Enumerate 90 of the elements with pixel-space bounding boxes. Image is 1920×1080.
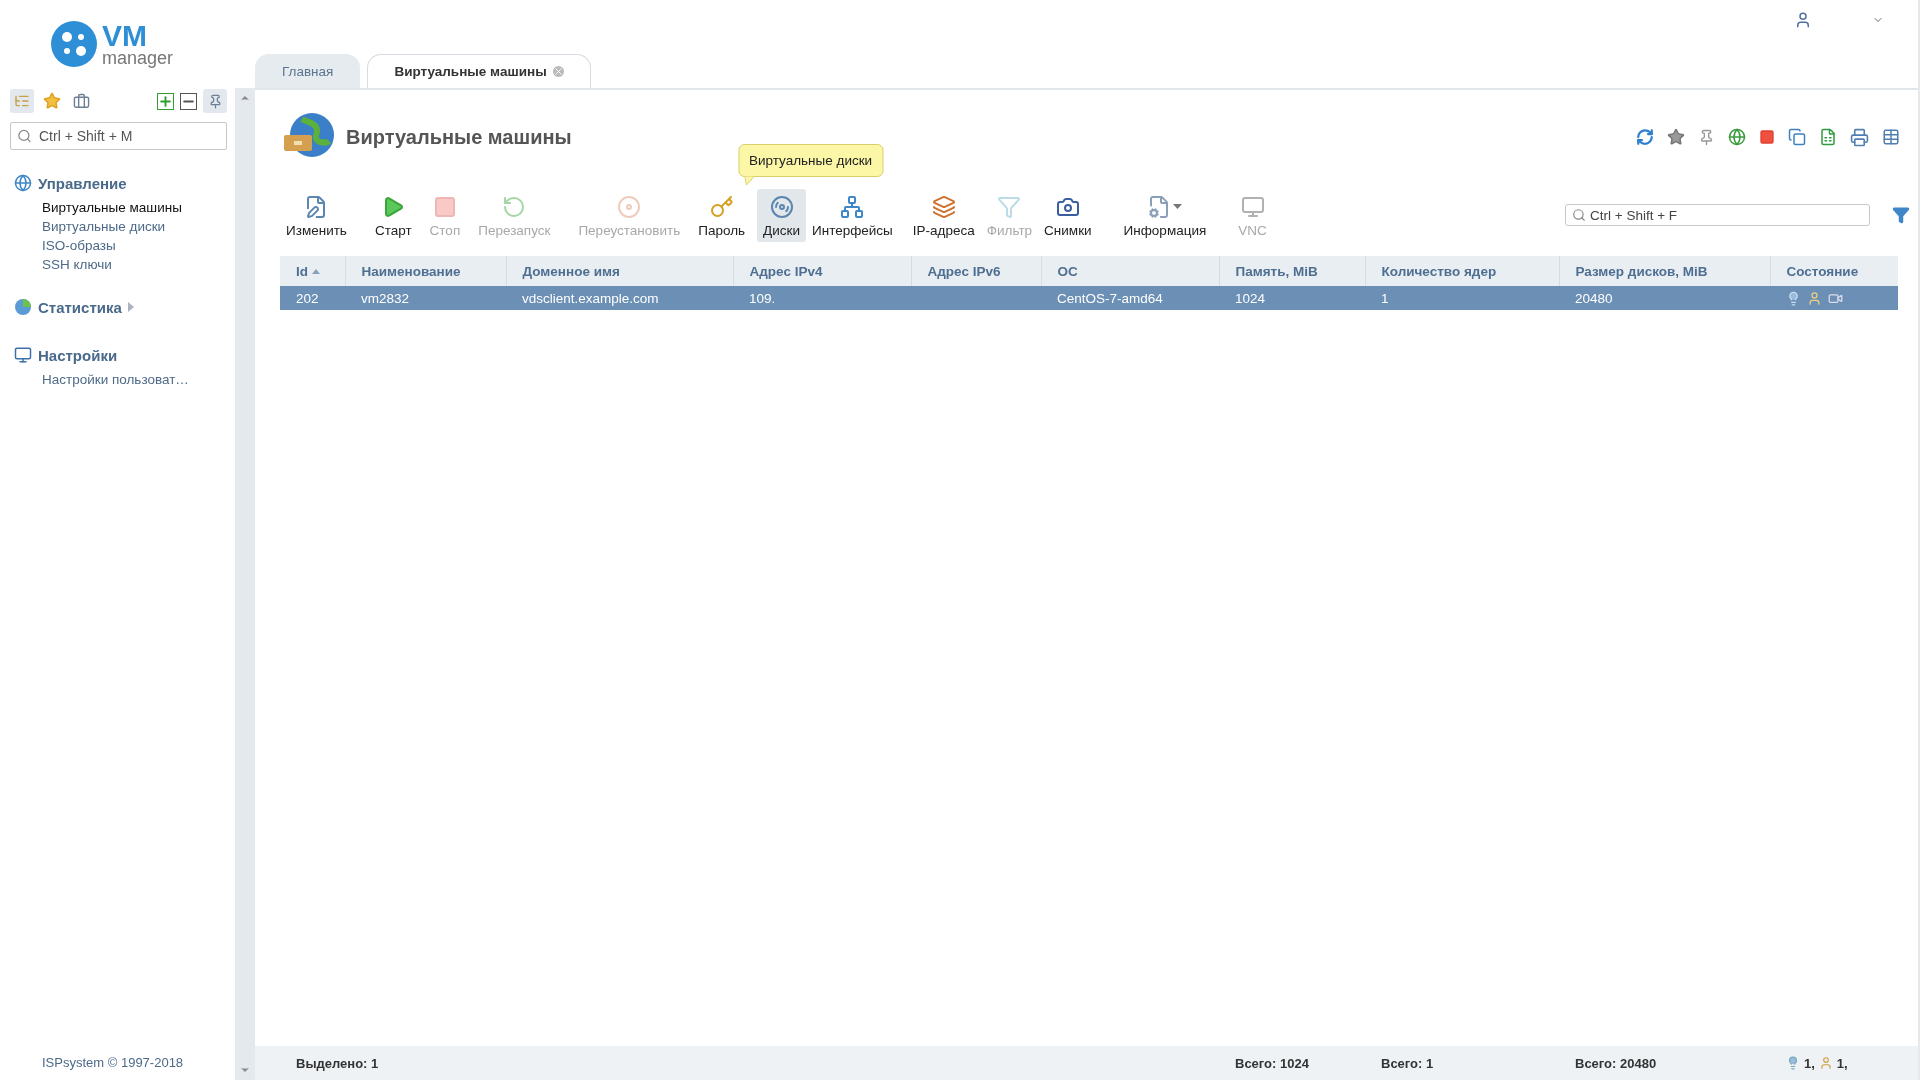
tooltip-tail xyxy=(744,175,754,185)
status-count: 1, xyxy=(1836,1055,1848,1071)
network-icon xyxy=(840,194,865,219)
pin-icon[interactable] xyxy=(1698,128,1715,146)
collapse-all-icon[interactable] xyxy=(180,92,197,110)
column-header[interactable]: Id xyxy=(280,256,345,286)
column-total: Всего: 1024 xyxy=(1234,1055,1310,1071)
column-header[interactable]: ОС xyxy=(1041,256,1219,286)
toolbar-button[interactable]: Изменить xyxy=(280,188,353,242)
table-cell[interactable]: vdsclient.example.com xyxy=(506,286,733,310)
menu-item[interactable]: SSH ключи xyxy=(10,255,227,274)
selected-count: Выделено: 1 xyxy=(295,1055,380,1071)
favorites-icon[interactable] xyxy=(43,92,61,110)
column-header[interactable]: Наименование xyxy=(345,256,506,286)
briefcase-icon[interactable] xyxy=(73,92,90,110)
caret-icon xyxy=(1173,204,1183,209)
user-icon xyxy=(1807,290,1822,306)
stop-icon xyxy=(432,194,457,219)
status-cell[interactable] xyxy=(1770,286,1898,310)
toolbar-button[interactable]: Старт xyxy=(368,188,418,242)
copy-icon[interactable] xyxy=(1788,128,1806,146)
lightbulb-icon xyxy=(1786,290,1801,306)
toolbar-button[interactable]: IP-адреса xyxy=(906,188,981,242)
cards-icon xyxy=(931,194,956,219)
menu-item[interactable]: Виртуальные машины xyxy=(10,198,227,217)
tree-icon xyxy=(14,93,30,109)
menu-group-title[interactable]: Настройки xyxy=(38,346,118,364)
filter-icon[interactable] xyxy=(1892,206,1910,224)
menu-item[interactable]: Виртуальные диски xyxy=(10,217,227,236)
globe-icon[interactable] xyxy=(1728,128,1746,146)
toolbar-button[interactable]: Пароль xyxy=(692,188,752,242)
expand-all-icon[interactable] xyxy=(157,92,174,110)
menu-group-title[interactable]: Управление xyxy=(38,174,127,192)
menu-item[interactable]: ISO-образы xyxy=(10,236,227,255)
table-cell[interactable]: vm2832 xyxy=(345,286,506,310)
table-search-field[interactable]: Ctrl + Shift + F xyxy=(1565,204,1870,226)
screen-icon xyxy=(1240,194,1265,219)
logo-subtitle: manager xyxy=(102,49,174,67)
column-total: Всего: 20480 xyxy=(1574,1055,1658,1071)
column-header[interactable]: Количество ядер xyxy=(1365,256,1559,286)
restart-icon xyxy=(502,194,527,219)
page-title: Виртуальные машины xyxy=(346,125,572,149)
star-icon[interactable] xyxy=(1667,128,1685,146)
logo-title: VM xyxy=(102,21,148,49)
toolbar-button[interactable]: Снимки xyxy=(1038,188,1098,242)
table-cell[interactable]: 1024 xyxy=(1219,286,1365,310)
stop-icon[interactable] xyxy=(1759,129,1775,145)
status-count: 1, xyxy=(1804,1055,1815,1071)
monitor-icon xyxy=(14,346,32,364)
lightbulb-icon xyxy=(1786,1056,1800,1070)
pie-chart-icon xyxy=(14,298,32,316)
print-icon[interactable] xyxy=(1850,127,1869,147)
menu-item[interactable]: Настройки пользоват… xyxy=(10,370,227,389)
table-cell[interactable]: 202 xyxy=(280,286,345,310)
tab-label[interactable]: Виртуальные машины xyxy=(394,64,547,79)
key-icon xyxy=(709,194,734,219)
table-cell[interactable]: 109. xyxy=(733,286,911,310)
column-header[interactable]: Размер дисков, MiB xyxy=(1559,256,1770,286)
column-header[interactable]: Память, MiB xyxy=(1219,256,1365,286)
close-icon[interactable] xyxy=(552,66,564,77)
column-header[interactable]: Доменное имя xyxy=(506,256,733,286)
column-header[interactable]: Адрес IPv4 xyxy=(733,256,911,286)
toolbar-button[interactable]: Информация xyxy=(1117,188,1213,242)
disks-icon xyxy=(769,194,794,219)
table-settings-icon[interactable] xyxy=(1882,128,1900,146)
tab[interactable]: Главная xyxy=(255,54,361,88)
pin-button[interactable] xyxy=(203,89,227,113)
spreadsheet-icon[interactable] xyxy=(1819,128,1837,146)
tree-view-button[interactable] xyxy=(10,89,34,113)
table-cell[interactable]: CentOS-7-amd64 xyxy=(1041,286,1219,310)
logo-icon xyxy=(50,20,98,68)
column-header[interactable]: Адрес IPv6 xyxy=(911,256,1041,286)
menu-search-field[interactable]: Ctrl + Shift + M xyxy=(10,122,227,150)
pin-icon xyxy=(207,93,223,109)
user-icon[interactable] xyxy=(1794,11,1812,29)
tooltip: Виртуальные диски xyxy=(738,143,884,185)
toolbar-button[interactable]: Интерфейсы xyxy=(806,188,899,242)
disc-icon xyxy=(617,194,642,219)
globe-icon xyxy=(14,174,32,192)
column-total: Всего: 1 xyxy=(1380,1055,1435,1071)
tab[interactable]: Виртуальные машины xyxy=(367,54,591,88)
table-cell[interactable]: 20480 xyxy=(1559,286,1770,310)
refresh-icon[interactable] xyxy=(1636,128,1654,146)
table-cell[interactable]: 1 xyxy=(1365,286,1559,310)
tab-label[interactable]: Главная xyxy=(282,64,334,79)
copyright-text: ISPsystem © 1997-2018 xyxy=(41,1055,185,1072)
menu-group-title[interactable]: Статистика xyxy=(38,298,122,316)
filter-icon xyxy=(997,194,1022,219)
column-header[interactable]: Состояние xyxy=(1770,256,1898,286)
user-icon xyxy=(1818,1056,1833,1070)
